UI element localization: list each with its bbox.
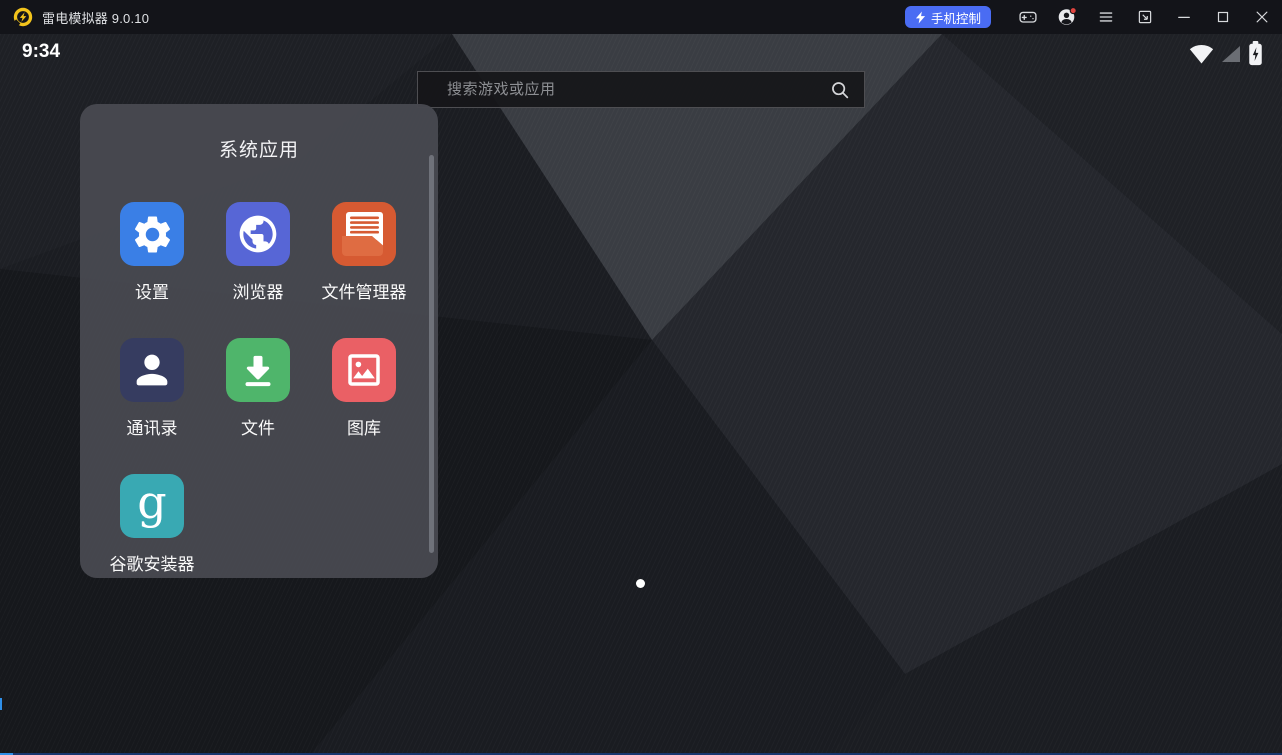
app-settings[interactable]: 设置 [99, 202, 205, 303]
signal-icon [1221, 45, 1241, 63]
app-label: 通讯录 [127, 414, 178, 439]
app-google-installer[interactable]: g 谷歌安装器 [99, 474, 205, 575]
gamepad-icon[interactable] [1018, 7, 1038, 27]
close-icon[interactable] [1252, 7, 1272, 27]
letter-g-icon: g [120, 474, 184, 538]
app-label: 文件管理器 [322, 278, 407, 303]
titlebar[interactable]: 雷电模拟器 9.0.10 手机控制 [0, 0, 1282, 34]
minimize-icon[interactable] [1174, 7, 1194, 27]
search-input[interactable] [447, 81, 829, 98]
lightning-bolt-icon [915, 11, 926, 24]
app-contacts[interactable]: 通讯录 [99, 338, 205, 439]
app-file-manager[interactable]: 文件管理器 [311, 202, 417, 303]
app-label: 浏览器 [233, 278, 284, 303]
folder-title: 系统应用 [80, 135, 438, 162]
magnifier-icon[interactable] [829, 79, 851, 101]
menu-icon[interactable] [1096, 7, 1116, 27]
window-title: 雷电模拟器 9.0.10 [42, 8, 149, 27]
app-gallery[interactable]: 图库 [311, 338, 417, 439]
profile-icon[interactable] [1057, 7, 1077, 27]
globe-icon [226, 202, 290, 266]
ldplayer-logo-icon [13, 7, 33, 27]
app-label: 图库 [347, 414, 381, 439]
wallpaper-blue-accent [0, 698, 2, 710]
app-browser[interactable]: 浏览器 [205, 202, 311, 303]
mini-window-icon[interactable] [1135, 7, 1155, 27]
ldplayer-window: 雷电模拟器 9.0.10 手机控制 [0, 0, 1282, 755]
app-label: 谷歌安装器 [110, 550, 195, 575]
wifi-icon [1189, 44, 1214, 64]
app-label: 文件 [241, 414, 275, 439]
app-files[interactable]: 文件 [205, 338, 311, 439]
folder-scrollbar[interactable] [429, 155, 434, 553]
page-indicator-dot[interactable] [636, 579, 645, 588]
maximize-icon[interactable] [1213, 7, 1233, 27]
folder-documents-icon [332, 202, 396, 266]
search-bar[interactable] [417, 71, 865, 108]
app-label: 设置 [135, 278, 169, 303]
status-icons [1189, 41, 1263, 66]
android-screen: 9:34 [0, 34, 1282, 755]
battery-charging-icon [1248, 41, 1263, 66]
download-icon [226, 338, 290, 402]
status-time: 9:34 [22, 41, 60, 63]
person-icon [120, 338, 184, 402]
phone-control-button[interactable]: 手机控制 [905, 6, 991, 28]
system-apps-folder: 系统应用 设置 浏览器 [80, 104, 438, 578]
image-icon [332, 338, 396, 402]
gear-icon [120, 202, 184, 266]
